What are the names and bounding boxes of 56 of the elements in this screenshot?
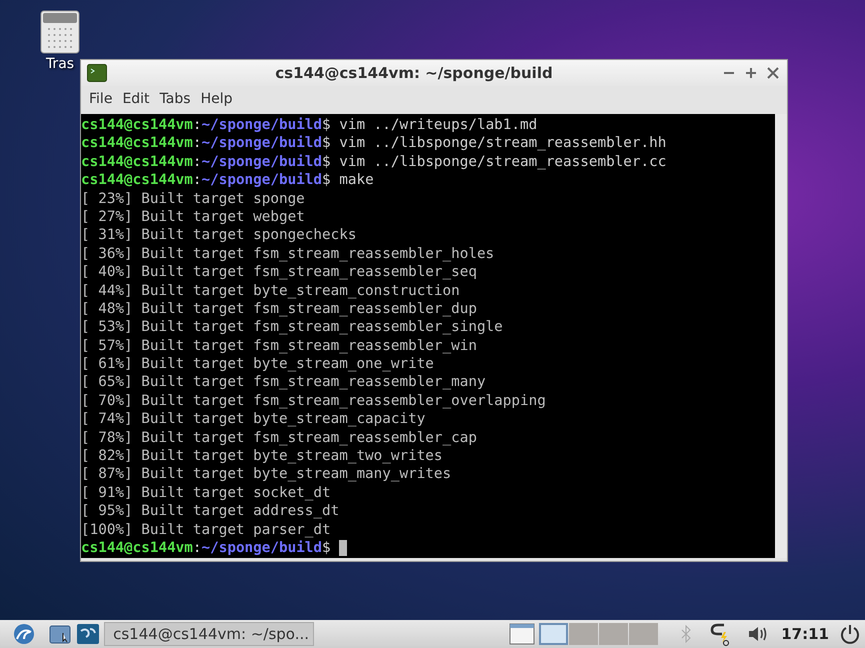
prompt-separator: : [192, 540, 202, 556]
output-line: [ 53%] Built target fsm_stream_reassembler_single [81, 319, 503, 336]
prompt-separator: : [192, 172, 202, 188]
output-line: [ 57%] Built target fsm_stream_reassembler_win [81, 338, 477, 354]
output-line: [ 61%] Built target byte_stream_one_write [81, 356, 434, 372]
scrollbar[interactable] [775, 114, 787, 558]
menu-item[interactable]: File [85, 89, 116, 109]
output-line: [ 65%] Built target fsm_stream_reassembler_many [81, 374, 486, 390]
command-text: $ make [322, 172, 374, 188]
folder-icon[interactable] [48, 623, 72, 645]
prompt-path: ~/sponge/build [202, 117, 322, 133]
prompt-user: cs144@cs144vm [81, 135, 193, 152]
taskbar-window-button[interactable]: cs144@cs144vm: ~/spo... [104, 622, 314, 646]
output-line: [ 82%] Built target byte_stream_two_writes [81, 448, 443, 464]
output-line: [ 23%] Built target sponge [81, 190, 305, 207]
prompt-path: ~/sponge/build [202, 172, 322, 188]
output-line: [100%] Built target parser_dt [81, 522, 331, 538]
prompt-user: cs144@cs144vm [81, 154, 193, 170]
output-line: [ 87%] Built target byte_stream_many_writes [81, 466, 452, 482]
output-line: [ 95%] Built target address_dt [81, 503, 340, 520]
prompt-separator: : [192, 117, 202, 133]
command-text: $ vim ../writeups/lab1.md [322, 117, 538, 133]
output-line: [ 27%] Built target webget [81, 208, 305, 225]
prompt-user: cs144@cs144vm [81, 540, 193, 556]
menu-item[interactable]: Tabs [156, 89, 195, 109]
clock[interactable]: 17:11 [781, 625, 829, 643]
maximize-icon[interactable] [743, 65, 759, 81]
window-title: cs144@cs144vm: ~/sponge/build [274, 64, 554, 82]
menu-item[interactable]: Help [196, 89, 236, 109]
command-text: $ [322, 540, 332, 556]
prompt-user: cs144@cs144vm [81, 117, 193, 133]
prompt-user: cs144@cs144vm [81, 172, 193, 188]
menu-item[interactable]: Edit [118, 89, 154, 109]
output-line: [ 78%] Built target fsm_stream_reassembler_cap [81, 430, 477, 446]
output-line: [ 74%] Built target byte_stream_capacity [81, 411, 426, 428]
power-icon[interactable] [839, 623, 861, 645]
prompt-path: ~/sponge/build [202, 135, 322, 152]
prompt-separator: : [192, 154, 202, 170]
output-line: [ 40%] Built target fsm_stream_reassembler_seq [81, 264, 477, 280]
prompt-path: ~/sponge/build [202, 540, 322, 556]
output-line: [ 48%] Built target fsm_stream_reassembler_dup [81, 300, 477, 317]
window-icon[interactable] [509, 623, 536, 645]
command-text: $ vim ../libsponge/stream_reassembler.cc [322, 154, 666, 170]
desktop-icon-label: Tras [46, 56, 74, 72]
terminal-icon [87, 64, 107, 82]
close-icon[interactable] [765, 65, 781, 81]
trash-icon[interactable] [40, 10, 80, 54]
prompt-path: ~/sponge/build [202, 154, 322, 170]
output-line: [ 70%] Built target fsm_stream_reassembler_overlapping [81, 392, 546, 409]
command-text: $ vim ../libsponge/stream_reassembler.hh [322, 135, 666, 152]
output-line: [ 44%] Built target byte_stream_construction [81, 282, 460, 299]
output-line: [ 91%] Built target socket_dt [81, 484, 331, 501]
workspace-button[interactable] [539, 623, 568, 645]
prompt-separator: : [192, 135, 202, 152]
output-line: [ 36%] Built target fsm_stream_reassembler_holes [81, 246, 494, 262]
output-line: [ 31%] Built target spongechecks [81, 227, 356, 244]
